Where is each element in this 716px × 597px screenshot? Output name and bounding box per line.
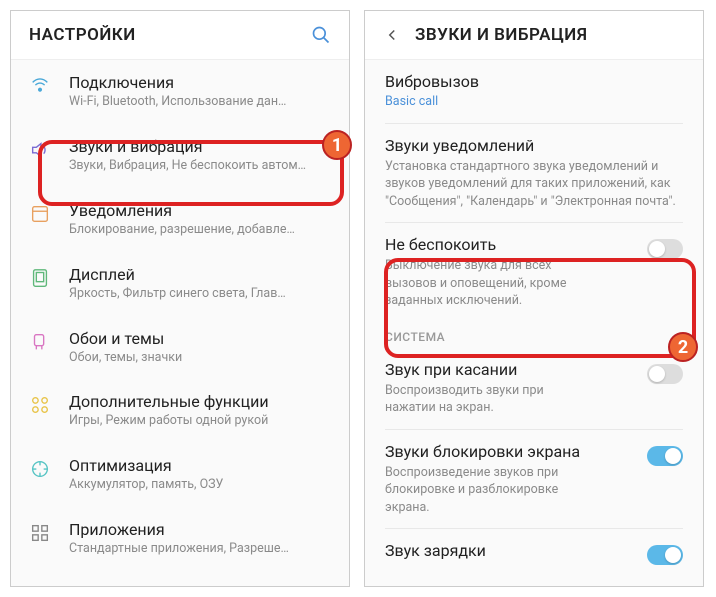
apps-icon <box>29 522 51 544</box>
item-lock-sounds[interactable]: Звуки блокировки экрана Воспроизведение … <box>365 430 703 529</box>
header: ЗВУКИ И ВИБРАЦИЯ <box>365 11 703 60</box>
charge-toggle[interactable] <box>647 545 683 565</box>
item-sub: Аккумулятор, память, ОЗУ <box>69 477 331 494</box>
item-title: Подключения <box>69 73 331 92</box>
item-sub: Блокирование, разрешение, добавле… <box>69 222 331 239</box>
item-title: Обои и темы <box>69 329 331 348</box>
item-sub: Стандартные приложения, Разреше… <box>69 541 331 558</box>
maintenance-icon <box>29 458 51 480</box>
item-title: Вибровызов <box>385 72 683 91</box>
item-sounds[interactable]: Звуки и вибрация Звуки, Вибрация, Не бес… <box>11 124 349 188</box>
settings-screen: НАСТРОЙКИ Подключения Wi-Fi, Bluetooth, … <box>10 10 350 587</box>
sounds-list: Вибровызов Basic call Звуки уведомлений … <box>365 60 703 577</box>
item-display[interactable]: Дисплей Яркость, Фильтр синего света, Гл… <box>11 252 349 316</box>
item-title: Звуки блокировки экрана <box>385 442 647 461</box>
item-wallpaper[interactable]: Обои и темы Обои, темы, значки <box>11 316 349 380</box>
back-icon[interactable] <box>383 26 401 44</box>
item-sub: Basic call <box>385 94 683 111</box>
display-icon <box>29 267 51 289</box>
section-label: СИСТЕМА <box>365 322 703 348</box>
search-icon[interactable] <box>311 25 331 45</box>
item-vibration-pattern[interactable]: Вибровызов Basic call <box>365 60 703 123</box>
item-title: Дополнительные функции <box>69 392 331 411</box>
item-sub: Обои, темы, значки <box>69 350 331 367</box>
item-sub: Воспроизводить звуки при нажатии на экра… <box>385 382 647 417</box>
page-title: НАСТРОЙКИ <box>29 25 136 45</box>
item-notification-sounds[interactable]: Звуки уведомлений Установка стандартного… <box>365 124 703 223</box>
lock-toggle[interactable] <box>647 446 683 466</box>
item-title: Дисплей <box>69 265 331 284</box>
item-sub: Воспроизведение звуков при блокировке и … <box>385 464 647 517</box>
item-title: Оптимизация <box>69 456 331 475</box>
item-sub: Wi-Fi, Bluetooth, Использование дан… <box>69 94 331 111</box>
item-title: Уведомления <box>69 201 331 220</box>
advanced-icon <box>29 394 51 416</box>
item-title: Звуки уведомлений <box>385 136 683 155</box>
item-sub: Выключение звука для всех вызовов и опов… <box>385 257 647 310</box>
item-advanced[interactable]: Дополнительные функции Игры, Режим работ… <box>11 379 349 443</box>
sound-icon <box>29 139 51 161</box>
page-title: ЗВУКИ И ВИБРАЦИЯ <box>415 25 587 45</box>
settings-list: Подключения Wi-Fi, Bluetooth, Использова… <box>11 60 349 571</box>
item-title: Звук зарядки <box>385 541 647 560</box>
item-title: Звуки и вибрация <box>69 137 331 156</box>
item-title: Приложения <box>69 520 331 539</box>
notifications-icon <box>29 203 51 225</box>
step-badge-2: 2 <box>668 332 698 362</box>
dnd-toggle[interactable] <box>647 239 683 259</box>
step-badge-1: 1 <box>322 130 352 160</box>
header: НАСТРОЙКИ <box>11 11 349 60</box>
item-title: Не беспокоить <box>385 235 647 254</box>
item-sub: Яркость, Фильтр синего света, Глав… <box>69 286 331 303</box>
item-notifications[interactable]: Уведомления Блокирование, разрешение, до… <box>11 188 349 252</box>
connections-icon <box>29 75 51 97</box>
item-sub: Установка стандартного звука уведомлений… <box>385 158 683 211</box>
item-do-not-disturb[interactable]: Не беспокоить Выключение звука для всех … <box>365 223 703 322</box>
touch-toggle[interactable] <box>647 364 683 384</box>
wallpaper-icon <box>29 331 51 353</box>
item-sub: Игры, Режим работы одной рукой <box>69 413 331 430</box>
item-title: Звук при касании <box>385 360 647 379</box>
item-sub: Звуки, Вибрация, Не беспокоить автом… <box>69 158 331 175</box>
item-touch-sounds[interactable]: Звук при касании Воспроизводить звуки пр… <box>365 348 703 429</box>
item-charging-sound[interactable]: Звук зарядки <box>365 529 703 577</box>
sounds-screen: ЗВУКИ И ВИБРАЦИЯ Вибровызов Basic call З… <box>364 10 704 587</box>
item-apps[interactable]: Приложения Стандартные приложения, Разре… <box>11 507 349 571</box>
item-connections[interactable]: Подключения Wi-Fi, Bluetooth, Использова… <box>11 60 349 124</box>
item-maintenance[interactable]: Оптимизация Аккумулятор, память, ОЗУ <box>11 443 349 507</box>
